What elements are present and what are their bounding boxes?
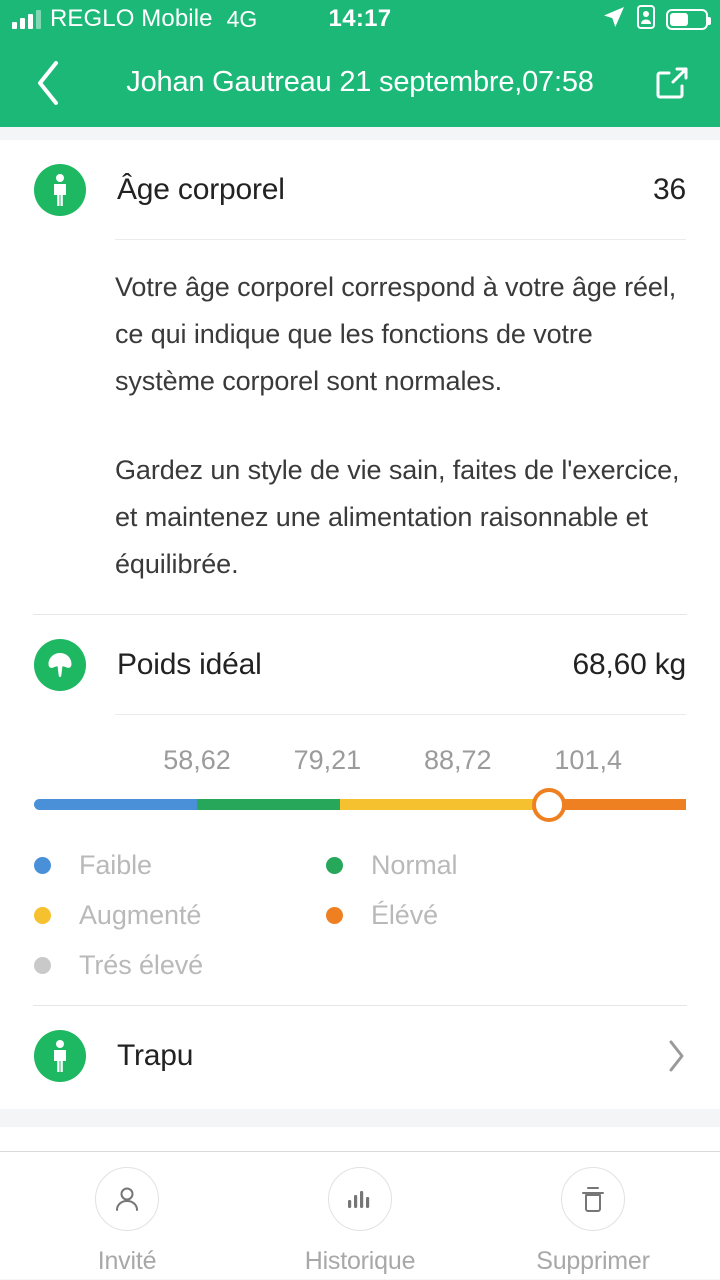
description-paragraph-1: Votre âge corporel correspond à votre âg…: [115, 272, 677, 396]
phone-screen: REGLO Mobile 4G 14:17 Johan Gautreau 21 …: [0, 0, 720, 1280]
legend-label: Faible: [79, 850, 152, 880]
person-standing-icon: [34, 1029, 86, 1082]
bottom-toolbar: Invité Historique Supprimer: [0, 1152, 720, 1279]
legend-row: Trés élevé: [34, 950, 686, 981]
scale-segment: [549, 799, 686, 810]
back-button[interactable]: [0, 38, 96, 127]
legend-item: Normal: [326, 850, 618, 881]
scale-marker[interactable]: [532, 787, 567, 822]
chevron-right-icon[interactable]: [666, 1039, 686, 1073]
guest-button[interactable]: Invité: [53, 1167, 201, 1276]
trash-icon: [561, 1167, 625, 1231]
legend-dot-icon: [34, 957, 51, 974]
status-bar: REGLO Mobile 4G 14:17: [0, 0, 720, 38]
battery-icon: [666, 8, 711, 30]
body-age-description: Votre âge corporel correspond à votre âg…: [0, 240, 720, 614]
ideal-weight-row[interactable]: Poids idéal 68,60 kg: [0, 615, 720, 714]
scale-tick: 101,4: [554, 745, 622, 775]
legend-dot-icon: [34, 907, 51, 924]
navigation-bar: Johan Gautreau 21 septembre,07:58: [0, 38, 720, 127]
body-age-label: Âge corporel: [117, 172, 285, 206]
delete-button-label: Supprimer: [536, 1247, 650, 1275]
legend-label: Trés élevé: [79, 950, 204, 980]
body-type-row[interactable]: Trapu: [0, 1006, 720, 1105]
scale-segment: [197, 799, 341, 810]
weight-scale-chart: 58,62 79,21 88,72 101,4: [0, 715, 720, 824]
guest-button-label: Invité: [97, 1247, 157, 1275]
bottom-toolbar-zone: Invité Historique Supprimer: [0, 1127, 720, 1279]
legend-dot-icon: [34, 857, 51, 874]
scale-tick-labels: 58,62 79,21 88,72 101,4: [34, 745, 686, 783]
scale-segment: [34, 799, 197, 810]
scale-tick: 58,62: [163, 745, 231, 775]
content-scroll-area[interactable]: Âge corporel 36 Votre âge corporel corre…: [0, 127, 720, 1280]
scale-tick: 88,72: [424, 745, 492, 775]
scale-legend: Faible Normal Augmenté Élévé Trés élevé: [0, 824, 720, 1005]
scale-bar: [34, 787, 686, 822]
legend-item: Augmenté: [34, 900, 326, 931]
scale-tick: 79,21: [293, 745, 362, 775]
card-gap: [0, 1109, 720, 1127]
body-age-row[interactable]: Âge corporel 36: [0, 140, 720, 239]
metrics-card: Âge corporel 36 Votre âge corporel corre…: [0, 140, 720, 1109]
person-standing-icon: [34, 163, 86, 216]
description-paragraph-2: Gardez un style de vie sain, faites de l…: [115, 455, 680, 579]
share-button[interactable]: [624, 38, 720, 127]
legend-item: Élévé: [326, 900, 618, 931]
chevron-left-icon: [38, 60, 58, 105]
legend-row: Faible Normal: [34, 850, 686, 881]
legend-label: Élévé: [371, 900, 439, 930]
history-button-label: Historique: [304, 1247, 416, 1275]
legend-dot-icon: [326, 857, 343, 874]
person-outline-icon: [95, 1167, 159, 1231]
ideal-weight-label: Poids idéal: [117, 647, 262, 681]
legend-row: Augmenté Élévé: [34, 900, 686, 931]
delete-button[interactable]: Supprimer: [519, 1167, 667, 1276]
page-title: Johan Gautreau 21 septembre,07:58: [126, 66, 594, 98]
ideal-weight-value: 68,60 kg: [572, 647, 687, 681]
share-external-icon: [656, 67, 688, 98]
legend-item: Trés élevé: [34, 950, 326, 981]
legend-item: Faible: [34, 850, 326, 881]
clock-label: 14:17: [328, 5, 392, 32]
legend-dot-icon: [326, 907, 343, 924]
history-button[interactable]: Historique: [286, 1167, 434, 1276]
bar-chart-icon: [328, 1167, 392, 1231]
body-type-label: Trapu: [117, 1038, 194, 1072]
body-age-value: 36: [653, 172, 686, 206]
scale-segment: [340, 799, 550, 810]
arrow-up-circle-icon: [34, 638, 86, 691]
legend-label: Augmenté: [79, 900, 202, 930]
legend-label: Normal: [371, 850, 458, 880]
